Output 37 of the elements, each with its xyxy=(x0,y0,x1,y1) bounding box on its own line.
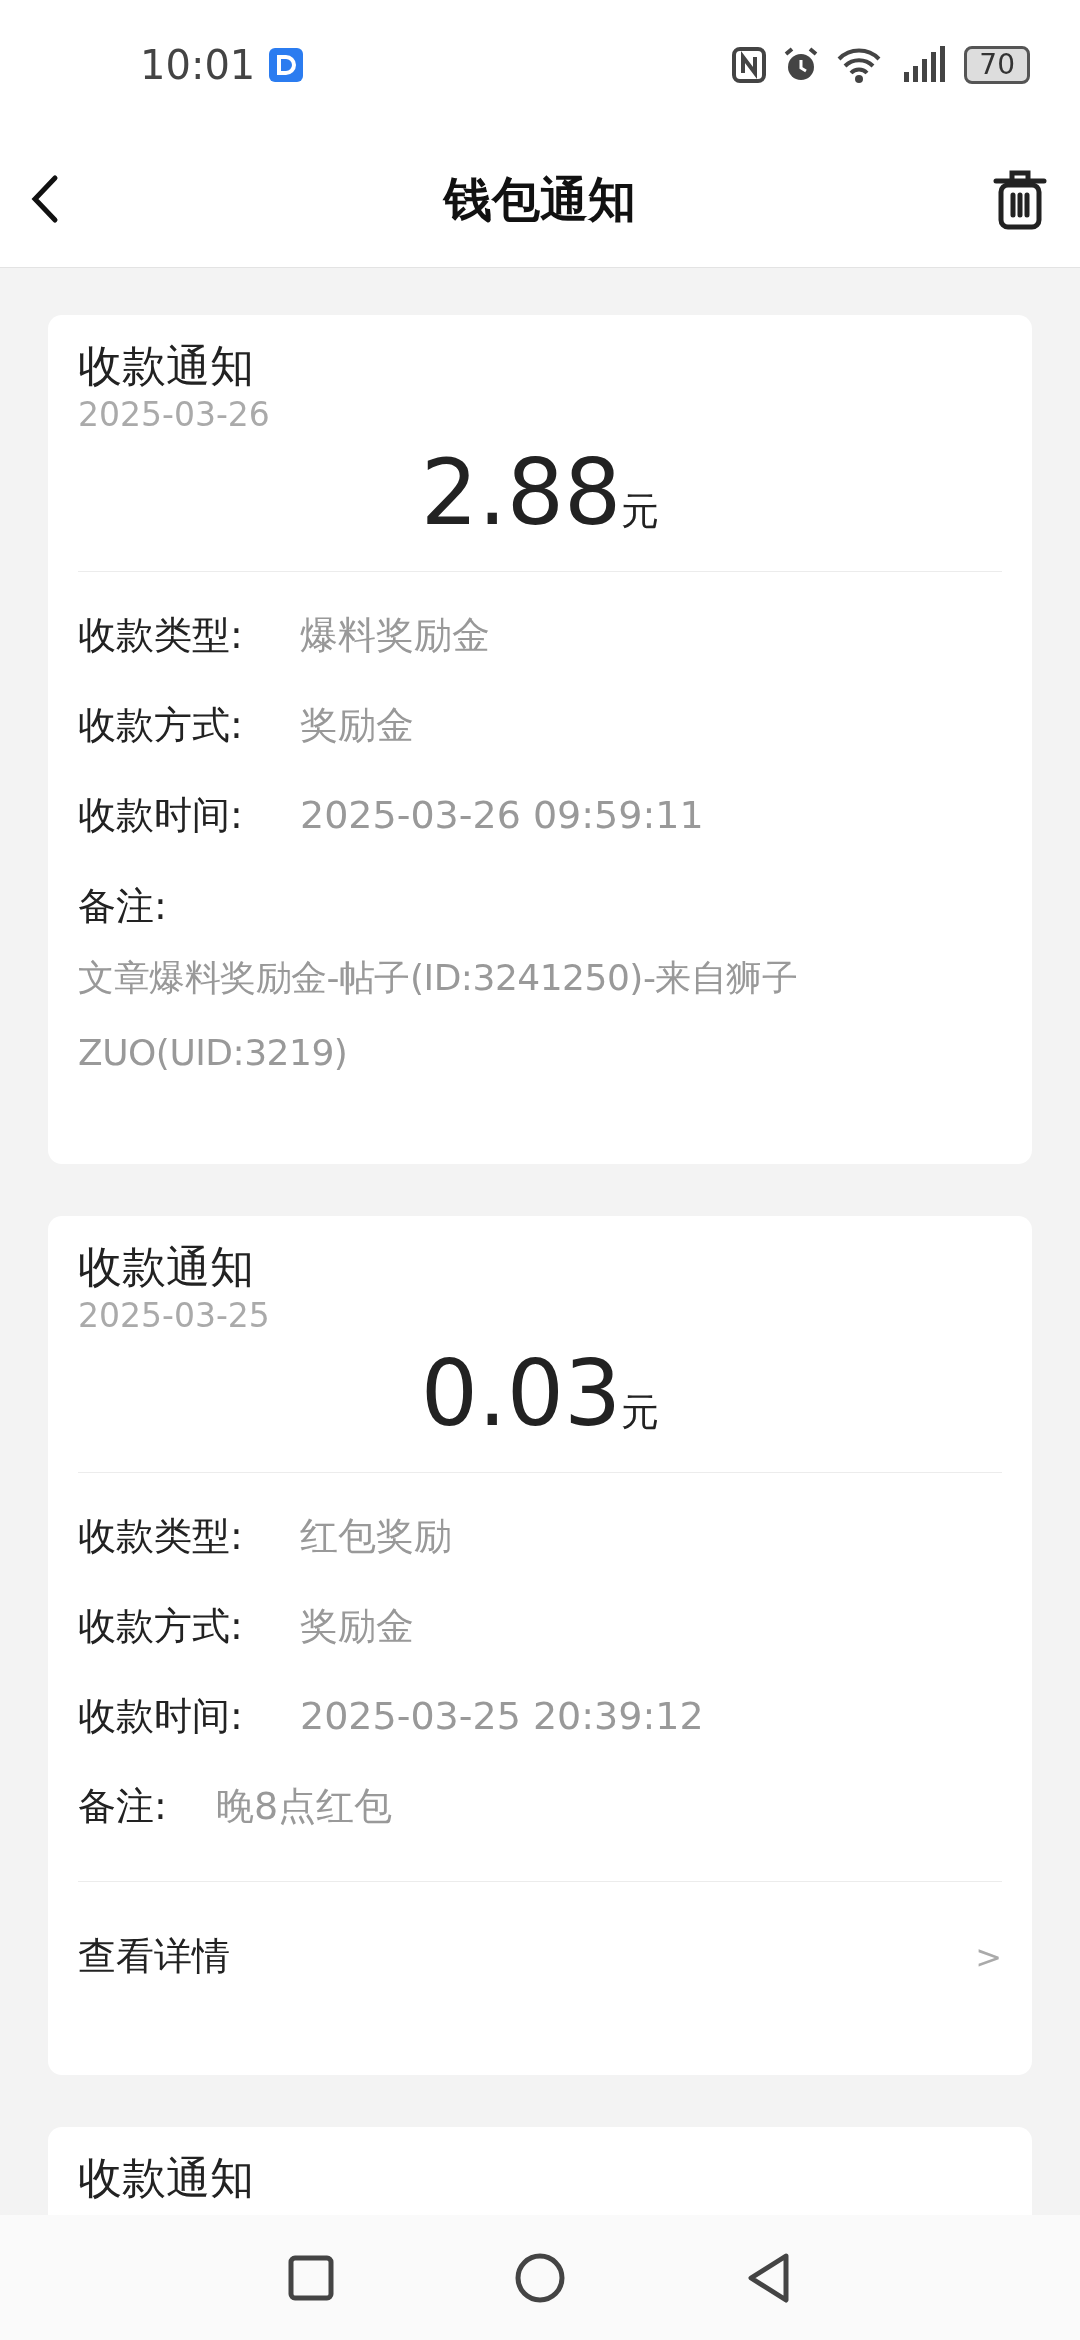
field-label: 备注: xyxy=(78,883,167,930)
field-label: 收款类型: xyxy=(78,1512,244,1560)
wifi-icon xyxy=(836,47,883,83)
currency-unit: 元 xyxy=(621,1389,660,1436)
field-label: 备注: xyxy=(78,1782,168,1830)
card-title: 收款通知 xyxy=(78,1240,254,1294)
chevron-icon: > xyxy=(975,1932,1002,1981)
view-details-link[interactable]: 查看详情 > xyxy=(78,1881,1002,2031)
field-value: 红包奖励 xyxy=(300,1512,452,1560)
back-icon xyxy=(30,173,60,224)
amount: 0.03 xyxy=(420,1344,622,1444)
nfc-icon xyxy=(732,47,767,83)
currency-unit: 元 xyxy=(621,488,660,535)
card-date: 2025-03-25 xyxy=(78,1296,270,1336)
field-label: 收款时间: xyxy=(78,1692,244,1740)
page-title: 钱包通知 xyxy=(444,169,636,229)
recent-apps-button[interactable] xyxy=(288,2254,334,2301)
home-button[interactable] xyxy=(514,2251,566,2304)
field-value: 奖励金 xyxy=(300,701,414,749)
field-value: 2025-03-26 09:59:11 xyxy=(300,791,704,839)
back-nav-button[interactable] xyxy=(746,2251,792,2304)
status-time: 10:01 xyxy=(140,41,256,90)
note-text: 文章爆料奖励金-帖子(ID:3241250)-来自狮子ZUO(UID:3219) xyxy=(78,956,799,1075)
field-value: 2025-03-25 20:39:12 xyxy=(300,1692,704,1740)
field-label: 收款类型: xyxy=(78,611,244,659)
field-value: 晚8点红包 xyxy=(216,1782,393,1830)
field-label: 收款时间: xyxy=(78,791,244,839)
card-date: 2025-03-26 xyxy=(78,395,270,435)
battery-indicator: 70 xyxy=(964,46,1030,84)
amount: 2.88 xyxy=(420,443,622,543)
card-title: 收款通知 xyxy=(78,339,254,393)
card-title: 收款通知 xyxy=(78,2151,254,2205)
app-icon xyxy=(269,48,304,82)
field-value: 爆料奖励金 xyxy=(300,611,490,659)
field-value: 奖励金 xyxy=(300,1602,414,1650)
field-label: 收款方式: xyxy=(78,701,244,749)
field-label: 收款方式: xyxy=(78,1602,244,1650)
